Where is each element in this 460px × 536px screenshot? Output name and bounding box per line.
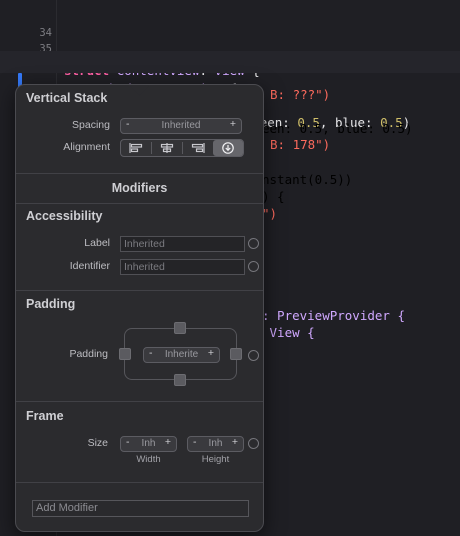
leading-align-icon[interactable] [121, 140, 151, 156]
download-icon[interactable] [213, 140, 243, 156]
width-stepper[interactable]: - Inh + [120, 436, 177, 452]
padding-top-checkbox[interactable] [174, 322, 186, 334]
identifier-field[interactable]: Inherited [120, 259, 245, 275]
height-label: Height [201, 454, 230, 465]
accessibility-label-label: Label [84, 237, 110, 249]
accessibility-label-field[interactable]: Inherited [120, 236, 245, 252]
attributes-inspector-popover: Vertical Stack Spacing - Inherited + Ali… [15, 84, 264, 532]
code-fragment: View { [262, 325, 315, 340]
width-increment-button[interactable]: + [165, 436, 171, 448]
frame-title: Frame [26, 409, 64, 423]
padding-increment-button[interactable]: + [208, 347, 214, 359]
vertical-stack-title: Vertical Stack [26, 91, 108, 105]
padding-title: Padding [26, 297, 76, 311]
section-divider [16, 401, 263, 402]
frame-toggle[interactable] [248, 438, 259, 449]
section-divider [16, 482, 263, 483]
accessibility-title: Accessibility [26, 209, 103, 223]
spacing-increment-button[interactable]: + [230, 118, 236, 130]
code-fragment: B: ???") [270, 87, 331, 102]
alignment-segmented-control[interactable] [120, 139, 244, 157]
spacing-value: Inherited [161, 120, 201, 131]
height-increment-button[interactable]: + [232, 436, 238, 448]
spacing-label: Spacing [72, 119, 110, 131]
padding-toggle[interactable] [248, 350, 259, 361]
spacing-stepper[interactable]: - Inherited + [120, 118, 242, 134]
section-divider [16, 290, 263, 291]
trailing-align-icon[interactable] [183, 140, 213, 156]
section-divider [16, 203, 263, 204]
height-stepper[interactable]: - Inh + [187, 436, 244, 452]
padding-leading-checkbox[interactable] [119, 348, 131, 360]
width-label: Width [136, 454, 161, 465]
code-fragment: ") [262, 206, 278, 221]
padding-bottom-checkbox[interactable] [174, 374, 186, 386]
padding-stepper[interactable]: - Inherite + [143, 347, 220, 363]
center-align-icon[interactable] [152, 140, 182, 156]
padding-label: Padding [69, 348, 108, 360]
modifiers-title: Modifiers [111, 181, 168, 195]
alignment-label: Alignment [63, 141, 110, 153]
identifier-toggle[interactable] [248, 261, 259, 272]
padding-trailing-checkbox[interactable] [230, 348, 242, 360]
code-fragment: B: 178") [270, 137, 331, 152]
identifier-label: Identifier [69, 260, 110, 272]
section-divider [16, 173, 263, 174]
popover-notch [128, 85, 151, 96]
size-label: Size [87, 437, 108, 449]
add-modifier-field[interactable]: Add Modifier [32, 500, 249, 517]
accessibility-label-toggle[interactable] [248, 238, 259, 249]
